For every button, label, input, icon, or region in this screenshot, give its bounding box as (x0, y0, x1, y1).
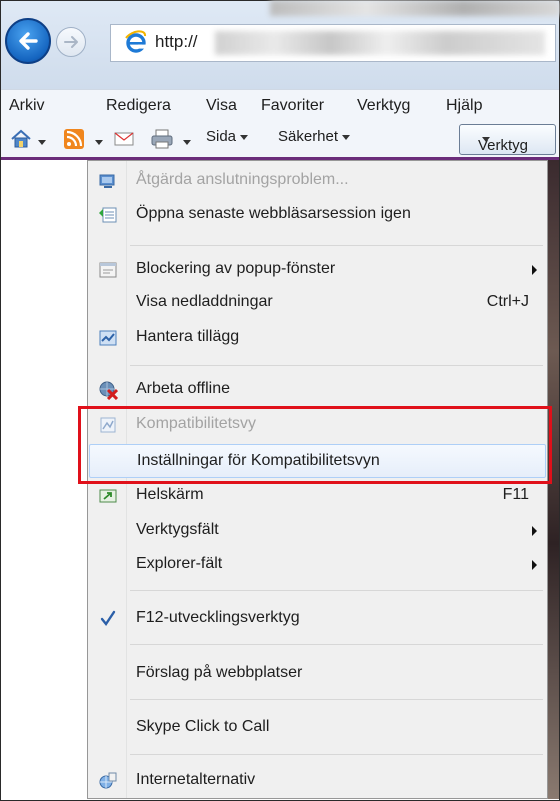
chevron-down-icon (482, 137, 490, 142)
offline-icon (99, 381, 118, 400)
menu-item-toolbars[interactable]: Verktygsfält (88, 515, 547, 547)
shortcut-text: Ctrl+J (486, 293, 529, 310)
menu-separator (130, 754, 543, 755)
red-highlight-annotation (78, 406, 552, 484)
safety-menu-label: Säkerhet (278, 128, 339, 145)
home-dropdown-arrow[interactable] (38, 140, 46, 145)
home-icon[interactable] (10, 128, 32, 150)
menu-item-label: Hantera tillägg (136, 328, 240, 345)
network-repair-icon (99, 174, 115, 188)
menu-item-label: Skype Click to Call (136, 718, 270, 735)
menu-item-label: Helskärm (136, 486, 204, 503)
page-menu-label: Sida (206, 128, 237, 145)
menu-item-developer-tools[interactable]: F12-utvecklingsverktyg (88, 603, 547, 635)
menu-item-explorer-bars[interactable]: Explorer-fält (88, 549, 547, 581)
popup-blocker-icon (99, 262, 117, 278)
menu-tools[interactable]: Verktyg (357, 97, 410, 115)
menu-separator (130, 245, 543, 246)
menu-edit[interactable]: Redigera (106, 97, 171, 115)
menu-item-label: Arbeta offline (136, 380, 230, 397)
forward-arrow-icon (64, 36, 78, 48)
feed-dropdown-arrow[interactable] (95, 140, 103, 145)
blurred-url (215, 31, 545, 55)
shortcut-text: F11 (502, 486, 529, 503)
fullscreen-icon (99, 489, 117, 503)
menu-item-suggested-sites[interactable]: Förslag på webbplatser (88, 658, 547, 690)
menu-item-label: Visa nedladdningar (136, 293, 273, 310)
menu-item-skype-click-to-call[interactable]: Skype Click to Call (88, 712, 547, 744)
menu-view[interactable]: Visa (206, 97, 237, 115)
forward-button[interactable] (56, 27, 86, 57)
menu-separator (130, 644, 543, 645)
page-content (1, 157, 87, 799)
print-icon[interactable] (150, 128, 174, 150)
menu-separator (130, 365, 543, 366)
menu-item-label: Åtgärda anslutningsproblem... (136, 171, 349, 188)
menu-item-internet-options[interactable]: Internetalternativ (88, 765, 547, 797)
menu-separator (130, 699, 543, 700)
menu-item-manage-addons[interactable]: Hantera tillägg (88, 322, 547, 354)
menu-help[interactable]: Hjälp (446, 97, 482, 115)
chevron-down-icon (342, 134, 351, 140)
submenu-arrow-icon (532, 560, 537, 570)
reopen-session-icon (99, 207, 117, 223)
submenu-arrow-icon (532, 265, 537, 275)
addons-icon (99, 330, 117, 346)
print-dropdown-arrow[interactable] (183, 140, 191, 145)
read-mail-icon[interactable] (114, 131, 134, 147)
blurred-tab-title (270, 0, 560, 16)
menu-item-label: Verktygsfält (136, 521, 219, 538)
menu-item-reopen-session[interactable]: Öppna senaste webbläsarsession igen (88, 199, 547, 231)
tools-menu-button[interactable]: Verktyg (459, 124, 556, 155)
internet-options-icon (99, 772, 117, 789)
menu-bar: Arkiv Redigera Visa Favoriter Verktyg Hj… (1, 89, 559, 122)
menu-item-work-offline[interactable]: Arbeta offline (88, 374, 547, 406)
menu-favorites[interactable]: Favoriter (261, 97, 324, 115)
safety-menu-button[interactable]: Säkerhet (278, 128, 351, 145)
back-arrow-icon (19, 32, 38, 50)
internet-explorer-icon (125, 30, 146, 53)
menu-item-label: Förslag på webbplatser (136, 664, 303, 681)
menu-item-view-downloads[interactable]: Visa nedladdningar Ctrl+J (88, 287, 547, 319)
menu-item-label: F12-utvecklingsverktyg (136, 609, 300, 626)
menu-file[interactable]: Arkiv (9, 97, 45, 115)
submenu-arrow-icon (532, 526, 537, 536)
chevron-down-icon (240, 134, 249, 140)
back-button[interactable] (5, 18, 51, 64)
checkmark-icon (100, 610, 116, 627)
menu-item-label: Internetalternativ (136, 771, 256, 788)
menu-item-label: Öppna senaste webbläsarsession igen (136, 205, 411, 222)
menu-item-fullscreen[interactable]: Helskärm F11 (88, 480, 547, 512)
page-menu-button[interactable]: Sida (206, 128, 249, 145)
menu-item-label: Blockering av popup-fönster (136, 260, 336, 277)
url-text: http:// (155, 32, 198, 51)
menu-item-popup-blocker[interactable]: Blockering av popup-fönster (88, 254, 547, 286)
menu-item-label: Explorer-fält (136, 555, 223, 572)
menu-separator (130, 590, 543, 591)
menu-item-fix-connection[interactable]: Åtgärda anslutningsproblem... (88, 165, 547, 197)
rss-feed-icon[interactable] (63, 128, 85, 150)
